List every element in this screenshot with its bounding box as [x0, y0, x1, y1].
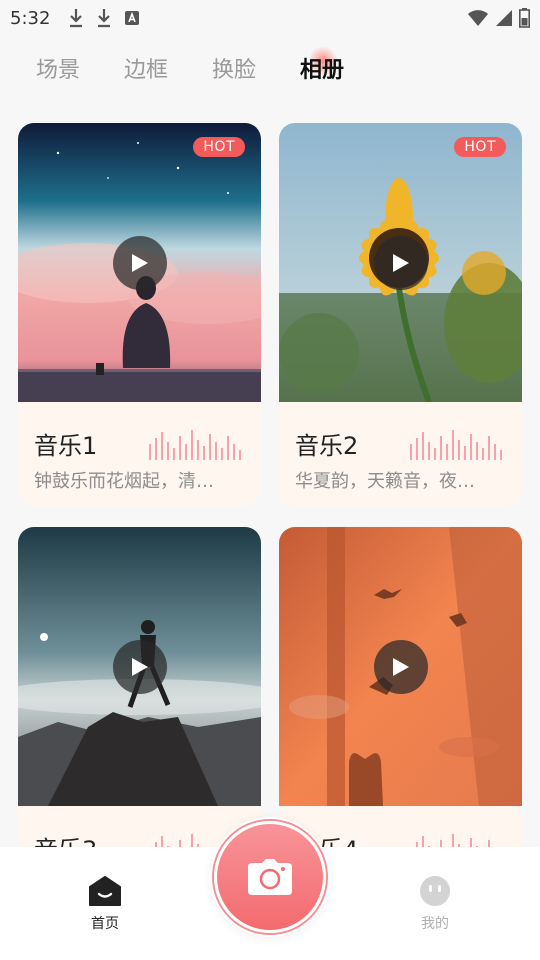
nav-home[interactable]: 首页	[65, 875, 145, 933]
card-info: 音乐2 华夏韵，天籁音，夜…	[279, 402, 522, 506]
camera-icon	[248, 859, 292, 895]
camera-button-inner	[214, 821, 326, 933]
card-image-hiker	[18, 527, 261, 806]
category-tabs: 场景 边框 换脸 相册	[36, 46, 344, 84]
status-bar: 5:32	[0, 0, 540, 36]
font-app-icon	[125, 11, 140, 25]
home-icon	[89, 876, 121, 906]
tab-album[interactable]: 相册	[300, 46, 344, 84]
card-image-night-sky: HOT	[18, 123, 261, 402]
play-button[interactable]	[112, 639, 167, 694]
nav-home-label: 首页	[91, 916, 119, 932]
hot-badge: HOT	[454, 137, 506, 157]
music-card[interactable]: HOT 音乐2 华夏韵，天籁音，夜…	[279, 123, 522, 506]
sound-wave-icon	[410, 430, 502, 460]
music-card[interactable]: HOT 音乐1 钟鼓乐而花烟起，清…	[18, 123, 261, 506]
card-description: 华夏韵，天籁音，夜…	[295, 471, 475, 492]
tab-face-swap[interactable]: 换脸	[212, 52, 256, 84]
play-icon	[131, 253, 148, 272]
download-icon	[70, 9, 83, 28]
card-description: 钟鼓乐而花烟起，清…	[34, 471, 214, 492]
play-button[interactable]	[373, 639, 428, 694]
tab-scene[interactable]: 场景	[36, 52, 80, 84]
play-icon	[392, 657, 409, 676]
notification-icons	[68, 8, 140, 28]
profile-icon	[420, 876, 450, 906]
status-time: 5:32	[10, 7, 51, 29]
play-icon	[392, 253, 409, 272]
camera-button[interactable]	[210, 817, 330, 937]
wifi-icon	[468, 10, 488, 26]
card-image-sunflower: HOT	[279, 123, 522, 404]
card-info: 音乐1 钟鼓乐而花烟起，清…	[18, 402, 261, 506]
tab-frame[interactable]: 边框	[124, 52, 168, 84]
nav-mine-label: 我的	[421, 916, 449, 932]
hot-badge: HOT	[193, 137, 245, 157]
battery-icon	[519, 8, 530, 28]
sound-wave-icon	[149, 430, 241, 460]
card-image-orange-wall	[279, 527, 522, 806]
system-icons	[467, 8, 530, 28]
play-button[interactable]	[112, 235, 167, 290]
play-button[interactable]	[373, 235, 428, 290]
signal-icon	[496, 10, 512, 26]
play-icon	[131, 657, 148, 676]
download-icon	[98, 9, 111, 28]
nav-mine[interactable]: 我的	[395, 875, 475, 933]
